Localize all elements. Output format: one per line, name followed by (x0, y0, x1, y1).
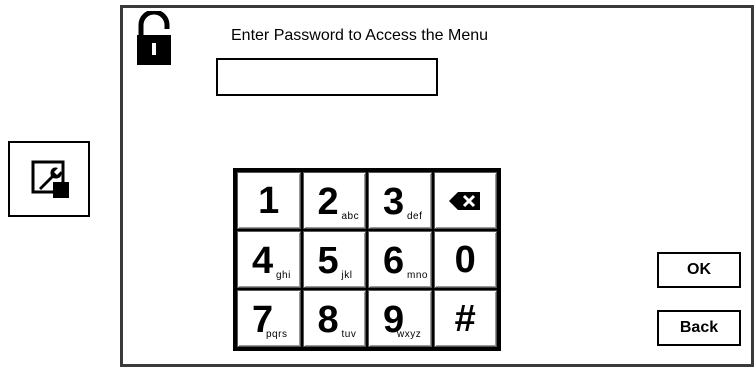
password-input[interactable] (216, 58, 438, 96)
key-letters: def (407, 211, 423, 222)
key-digit: 6 (383, 240, 405, 282)
unlocked-padlock-icon (137, 11, 171, 65)
wrench-settings-icon (31, 160, 69, 198)
ok-button[interactable]: OK (657, 252, 741, 288)
key-letters: ghi (276, 270, 291, 281)
menu-password-screen: Enter Password to Access the Menu 1 2 ab… (120, 5, 754, 367)
key-digit: # (454, 297, 476, 340)
key-5[interactable]: 5 jkl (302, 231, 366, 288)
key-6[interactable]: 6 mno (368, 231, 432, 288)
key-4[interactable]: 4 ghi (237, 231, 301, 288)
key-digit: 0 (454, 238, 476, 281)
key-1[interactable]: 1 (237, 172, 301, 229)
key-2[interactable]: 2 abc (302, 172, 366, 229)
key-7[interactable]: 7 pqrs (237, 290, 301, 347)
key-letters: abc (341, 211, 360, 222)
key-letters: mno (407, 270, 428, 281)
backspace-icon (449, 191, 481, 210)
key-0[interactable]: 0 (433, 231, 497, 288)
password-prompt: Enter Password to Access the Menu (231, 27, 489, 44)
back-button[interactable]: Back (657, 310, 741, 346)
key-digit: 5 (317, 240, 339, 282)
key-digit: 1 (258, 179, 280, 222)
key-letters: tuv (341, 329, 357, 340)
key-digit: 3 (383, 181, 405, 223)
key-digit: 4 (252, 240, 274, 282)
key-letters: pqrs (266, 329, 288, 340)
numeric-keypad: 1 2 abc 3 def 4 ghi 5 jkl 6 mno 0 7 pqrs… (233, 168, 501, 351)
key-digit: 2 (317, 181, 339, 223)
key-9[interactable]: 9 wxyz (368, 290, 432, 347)
settings-tool-button[interactable] (8, 141, 90, 217)
key-digit: 8 (317, 299, 339, 341)
key-8[interactable]: 8 tuv (302, 290, 366, 347)
key-letters: jkl (341, 270, 353, 281)
backspace-key[interactable] (433, 172, 497, 229)
key-letters: wxyz (397, 329, 422, 340)
key-hash[interactable]: # (433, 290, 497, 347)
key-3[interactable]: 3 def (368, 172, 432, 229)
